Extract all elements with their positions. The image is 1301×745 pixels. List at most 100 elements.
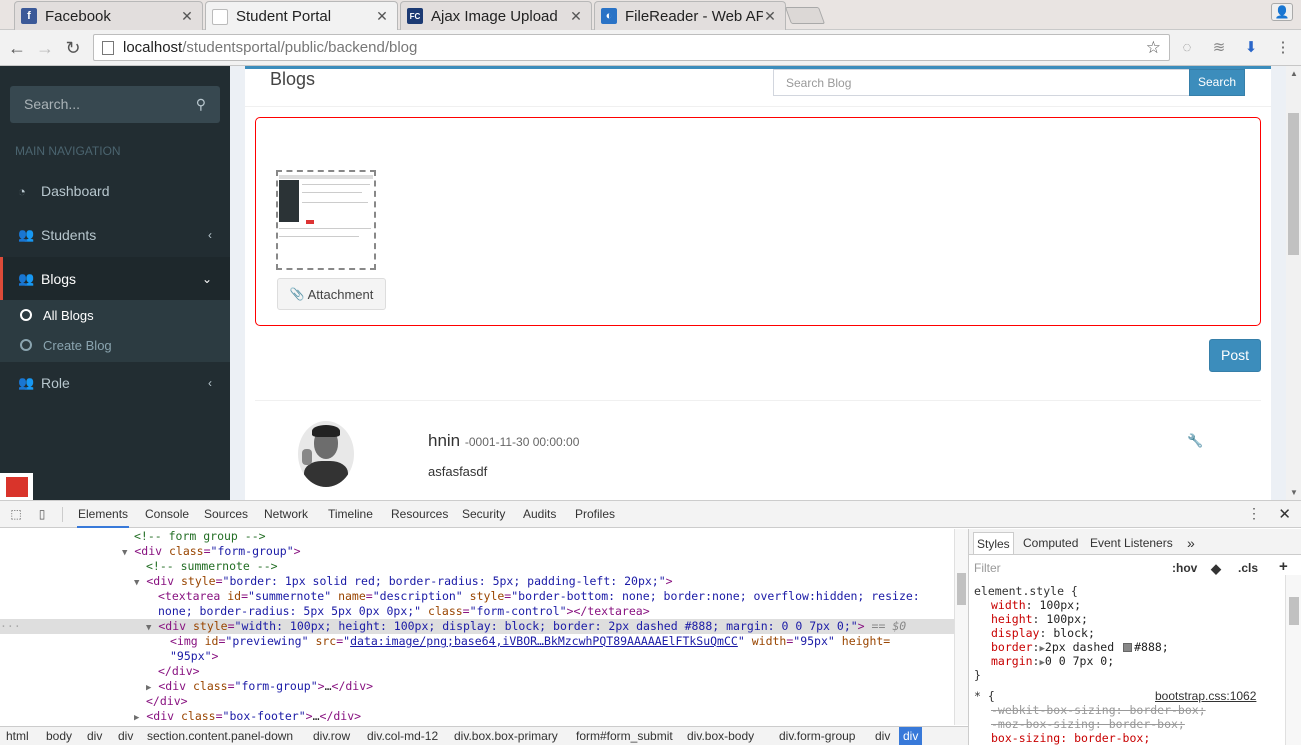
class-toggle[interactable]: .cls [1238,561,1258,575]
close-icon[interactable]: ✕ [180,8,194,25]
sidebar-search-placeholder: Search... [24,96,81,112]
breadcrumb-item[interactable]: section.content.panel-down [143,727,297,745]
breadcrumb-item[interactable]: div.row [309,727,354,745]
chevron-down-icon: ⌄ [201,272,212,286]
color-swatch[interactable] [1123,643,1133,652]
style-declaration[interactable]: height: 100px; [991,612,1088,626]
tab-event-listeners[interactable]: Event Listeners [1087,532,1176,554]
dom-node[interactable]: </div> [158,664,200,679]
close-icon[interactable]: ✕ [763,8,777,25]
elements-tree[interactable]: <!-- form group --> ▼ <div class="form-g… [0,529,954,725]
address-bar[interactable]: localhost/studentsportal/public/backend/… [93,34,1170,61]
style-declaration[interactable]: width: 100px; [991,598,1081,612]
style-declaration-overridden[interactable]: -moz-box-sizing: border-box; [991,717,1185,731]
sidebar-item-role[interactable]: 👥 Role ‹ [0,361,230,405]
dom-node[interactable]: ▶ <div class="box-footer">…</div> [134,709,361,724]
post-author: hnin -0001-11-30 00:00:00 [428,431,579,451]
page-info-icon[interactable] [102,40,114,55]
sidebar-item-students[interactable]: 👥 Students ‹ [0,213,230,257]
extension-icon[interactable]: ◌ [1178,39,1196,57]
inspect-icon[interactable]: ⬚ [8,507,24,521]
close-icon[interactable]: ✕ [375,8,389,25]
style-declaration[interactable]: box-sizing: border-box; [991,731,1150,745]
attachment-button[interactable]: 📎 Attachment [277,278,386,310]
add-rule-icon[interactable]: + [1279,558,1288,575]
breadcrumb-item[interactable]: div.form-group [775,727,859,745]
breadcrumb-item-active[interactable]: div [899,727,923,745]
sidebar-search-input[interactable]: Search... ⚲ [10,86,220,123]
devtools-menu-icon[interactable]: ⋮ [1247,505,1261,522]
sidebar-item-dashboard[interactable]: ◔ Dashboard [0,169,230,213]
tab-timeline[interactable]: Timeline [327,501,374,528]
reload-icon[interactable]: ↻ [62,37,84,59]
tab-profiles[interactable]: Profiles [574,501,616,528]
breadcrumb-item[interactable]: html [2,727,33,745]
dom-node[interactable]: </div> [146,694,188,709]
search-icon[interactable]: ⚲ [196,96,206,113]
new-tab-button[interactable] [784,7,826,24]
extension-layers-icon[interactable]: ≋ [1210,39,1228,57]
breadcrumb-item[interactable]: div [871,727,894,745]
tab-filereader[interactable]: ◐ FileReader - Web AP ✕ [594,1,786,30]
summernote-editor[interactable]: 📎 Attachment [255,117,1261,326]
tab-ajax-image-upload[interactable]: FC Ajax Image Upload ✕ [400,1,592,30]
more-tabs-icon[interactable]: » [1184,532,1198,554]
dom-node-selected[interactable]: ··· ▼ <div style="width: 100px; height: 1… [0,619,954,634]
search-blog-input[interactable]: Search Blog [773,69,1190,96]
browser-menu-icon[interactable]: ⋮ [1274,39,1292,57]
breadcrumb-item[interactable]: form#form_submit [572,727,677,745]
breadcrumb-item[interactable]: div [83,727,106,745]
tab-console[interactable]: Console [144,501,190,528]
dom-node[interactable]: none; border-radius: 5px 5px 0px 0px;" c… [158,604,650,619]
forward-icon[interactable]: → [34,37,56,59]
breadcrumb-item[interactable]: div.box.box-primary [450,727,562,745]
breadcrumb-item[interactable]: div.box-body [683,727,758,745]
style-declaration-overridden[interactable]: -webkit-box-sizing: border-box; [991,703,1206,717]
styles-filter-input[interactable]: Filter [974,561,1001,575]
dom-node[interactable]: ▶ <div class="form-group">…</div> [146,679,373,694]
users-icon: 👥 [18,227,35,242]
tab-network[interactable]: Network [263,501,309,528]
extension-download-icon[interactable]: ⬇ [1242,39,1260,57]
style-declaration[interactable]: border:▶2px dashed #888; [991,640,1169,654]
post-button[interactable]: Post [1209,339,1261,372]
back-icon[interactable]: ← [6,37,28,59]
tab-audits[interactable]: Audits [522,501,557,528]
dom-node[interactable]: <!-- summernote --> [146,559,278,574]
dom-node[interactable]: <!-- form group --> [134,529,266,544]
breadcrumb-item[interactable]: div.col-md-12 [363,727,442,745]
dom-node[interactable]: ▼ <div class="form-group"> [122,544,301,559]
dom-node[interactable]: <img id="previewing" src="data:image/png… [170,634,890,649]
submenu-item-create-blog[interactable]: Create Blog [0,330,230,360]
source-link[interactable]: bootstrap.css:1062 [1155,689,1256,703]
breadcrumb-item[interactable]: body [42,727,76,745]
tab-facebook[interactable]: f Facebook ✕ [14,1,203,30]
device-mode-icon[interactable]: ▯ [34,507,50,521]
breadcrumb-item[interactable]: div [114,727,137,745]
submenu-item-all-blogs[interactable]: All Blogs [0,300,230,330]
style-declaration[interactable]: display: block; [991,626,1095,640]
sidebar-item-blogs[interactable]: 👥 Blogs ⌄ [0,257,230,301]
color-format-icon[interactable]: ◆ [1211,561,1221,577]
elements-scrollbar[interactable] [954,529,968,725]
wrench-icon[interactable]: 🔧 [1187,433,1203,449]
close-icon[interactable]: ✕ [569,8,583,25]
dom-node[interactable]: "95px"> [170,649,218,664]
page-scrollbar[interactable]: ▲ ▼ [1286,66,1301,500]
tab-elements[interactable]: Elements [77,501,130,528]
styles-scrollbar[interactable] [1285,575,1301,745]
profile-icon[interactable]: 👤 [1271,3,1293,21]
tab-styles[interactable]: Styles [973,532,1014,554]
style-declaration[interactable]: margin:▶0 0 7px 0; [991,654,1114,668]
close-icon[interactable]: ✕ [1278,505,1291,523]
search-button[interactable]: Search [1189,69,1245,96]
bookmark-star-icon[interactable]: ☆ [1146,38,1161,58]
tab-computed[interactable]: Computed [1020,532,1081,554]
tab-sources[interactable]: Sources [203,501,249,528]
tab-student-portal[interactable]: Student Portal ✕ [205,1,398,31]
tab-resources[interactable]: Resources [390,501,449,528]
dom-node[interactable]: ▼ <div style="border: 1px solid red; bor… [134,574,673,589]
hover-state-toggle[interactable]: :hov [1172,561,1197,575]
tab-security[interactable]: Security [461,501,506,528]
dom-node[interactable]: <textarea id="summernote" name="descript… [158,589,920,604]
